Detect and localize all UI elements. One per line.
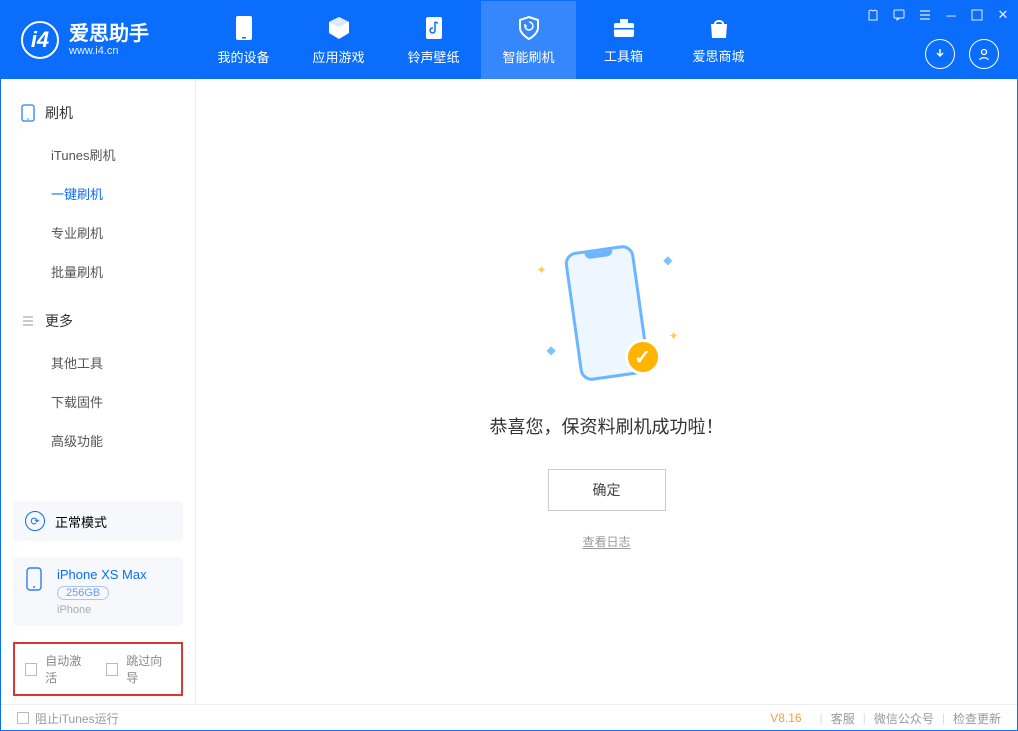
ok-button[interactable]: 确定: [548, 469, 666, 511]
mode-icon: ⟳: [25, 511, 45, 531]
feedback-icon[interactable]: [891, 7, 907, 23]
nav-tab-ringtone[interactable]: 铃声壁纸: [386, 1, 481, 79]
options-row: 自动激活 跳过向导: [13, 642, 183, 696]
footer-link-wechat[interactable]: 微信公众号: [874, 710, 934, 727]
nav-tab-toolbox[interactable]: 工具箱: [576, 1, 671, 79]
window-controls: ─ ✕: [865, 7, 1011, 23]
mode-label: 正常模式: [55, 512, 107, 531]
nav-label: 爱思商城: [692, 46, 744, 65]
nav-tab-device[interactable]: 我的设备: [196, 1, 291, 79]
cube-icon: [326, 15, 352, 41]
view-log-link[interactable]: 查看日志: [582, 533, 630, 550]
sidebar-item-other-tools[interactable]: 其他工具: [1, 343, 195, 382]
note-icon: [422, 15, 446, 41]
sidebar-section-flash: 刷机: [1, 97, 195, 129]
nav-label: 铃声壁纸: [407, 47, 459, 66]
sidebar-item-download-firmware[interactable]: 下载固件: [1, 382, 195, 421]
sidebar-item-advanced[interactable]: 高级功能: [1, 421, 195, 460]
skip-guide-label: 跳过向导: [126, 652, 171, 686]
phone-icon: [233, 15, 255, 41]
sidebar-item-oneclick-flash[interactable]: 一键刷机: [1, 174, 195, 213]
logo-area: i4 爱思助手 www.i4.cn: [1, 21, 196, 59]
sidebar: 刷机 iTunes刷机 一键刷机 专业刷机 批量刷机 更多 其他工具 下载固件 …: [1, 79, 196, 704]
nav-tab-flash[interactable]: 智能刷机: [481, 1, 576, 79]
success-message: 恭喜您，保资料刷机成功啦！: [490, 413, 724, 439]
sidebar-item-batch-flash[interactable]: 批量刷机: [1, 252, 195, 291]
nav-tab-apps[interactable]: 应用游戏: [291, 1, 386, 79]
maximize-icon[interactable]: [969, 7, 985, 23]
footer-link-service[interactable]: 客服: [831, 710, 855, 727]
device-card[interactable]: iPhone XS Max 256GB iPhone: [13, 557, 183, 626]
device-phone-icon: [25, 567, 43, 591]
nav-tabs: 我的设备 应用游戏 铃声壁纸 智能刷机 工具箱 爱思商城: [196, 1, 766, 79]
sidebar-section-more: 更多: [1, 305, 195, 337]
checkbox-block-itunes[interactable]: [17, 712, 29, 724]
device-capacity: 256GB: [57, 586, 109, 600]
nav-label: 工具箱: [604, 46, 643, 65]
minimize-icon[interactable]: ─: [943, 7, 959, 23]
device-type: iPhone: [57, 604, 147, 616]
device-icon: [21, 104, 35, 122]
mode-card[interactable]: ⟳ 正常模式: [13, 501, 183, 541]
version-label: V8.16: [770, 711, 801, 725]
block-itunes-label: 阻止iTunes运行: [35, 710, 119, 727]
list-icon: [21, 314, 35, 328]
nav-label: 应用游戏: [312, 47, 364, 66]
user-icon[interactable]: [969, 39, 999, 69]
main-content: ✦ ◆ ◆ ✦ ✓ 恭喜您，保资料刷机成功啦！ 确定 查看日志: [196, 79, 1017, 704]
app-title: 爱思助手: [69, 23, 149, 45]
footer-link-update[interactable]: 检查更新: [953, 710, 1001, 727]
menu-icon[interactable]: [917, 7, 933, 23]
device-name: iPhone XS Max: [57, 567, 147, 582]
nav-tab-store[interactable]: 爱思商城: [671, 1, 766, 79]
auto-activate-label: 自动激活: [45, 652, 90, 686]
logo-icon: i4: [21, 21, 59, 59]
bag-icon: [706, 16, 732, 40]
success-illustration: ✦ ◆ ◆ ✦ ✓: [517, 233, 697, 393]
sidebar-item-pro-flash[interactable]: 专业刷机: [1, 213, 195, 252]
checkbox-skip-guide[interactable]: [106, 663, 118, 676]
sidebar-item-itunes-flash[interactable]: iTunes刷机: [1, 135, 195, 174]
nav-label: 智能刷机: [502, 47, 554, 66]
download-icon[interactable]: [925, 39, 955, 69]
footer: 阻止iTunes运行 V8.16 | 客服 | 微信公众号 | 检查更新: [1, 704, 1017, 731]
header: i4 爱思助手 www.i4.cn 我的设备 应用游戏 铃声壁纸 智能刷机 工具…: [1, 1, 1017, 79]
check-icon: ✓: [625, 339, 661, 375]
close-icon[interactable]: ✕: [995, 7, 1011, 23]
toolbox-icon: [611, 16, 637, 40]
nav-label: 我的设备: [217, 47, 269, 66]
app-subtitle: www.i4.cn: [69, 45, 149, 57]
shield-icon: [516, 15, 542, 41]
checkbox-auto-activate[interactable]: [25, 663, 37, 676]
shirt-icon[interactable]: [865, 7, 881, 23]
